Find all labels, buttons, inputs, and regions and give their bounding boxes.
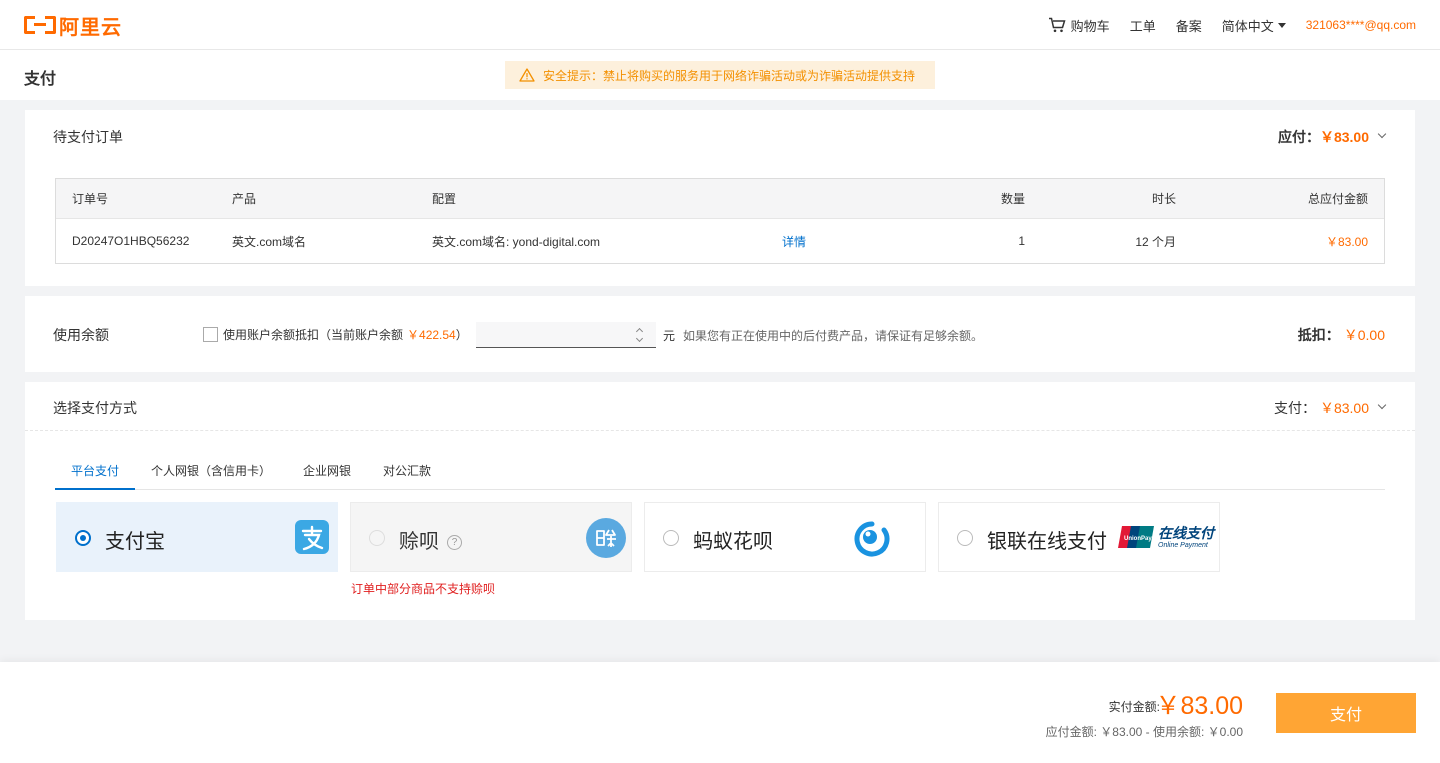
balance-hint: 如果您有正在使用中的后付费产品，请保证有足够余额。 — [683, 329, 984, 343]
shebei-error: 订单中部分商品不支持赊呗 — [351, 582, 496, 596]
divider — [25, 430, 1415, 431]
shebei-radio — [369, 530, 385, 546]
deduct-label: 抵扣： — [1297, 327, 1340, 343]
filing-link[interactable]: 备案 — [1176, 16, 1202, 35]
aliyun-logo-icon — [24, 16, 56, 34]
deduct-amount: ￥0.00 — [1343, 327, 1385, 343]
order-table: 订单号 产品 配置 数量 时长 总应付金额 D20247O1HBQ56232 英… — [55, 178, 1385, 264]
deduct-summary: 抵扣： ￥0.00 — [1298, 325, 1385, 345]
warning-icon — [519, 68, 535, 82]
balance-title: 使用余额 — [53, 327, 109, 343]
brand-name: 阿里云 — [59, 16, 122, 39]
product-config: 英文.com域名: yond-digital.com — [432, 234, 601, 249]
pay-label: 支付： — [1273, 400, 1316, 416]
use-balance-label: 使用账户余额抵扣（当前账户余额 — [223, 328, 404, 342]
spinner-down-icon[interactable] — [635, 334, 643, 343]
tab-platform-pay[interactable]: 平台支付 — [71, 462, 119, 479]
aliyun-logo[interactable]: 阿里云 — [24, 12, 122, 39]
tab-wire-transfer[interactable]: 对公汇款 — [383, 462, 431, 479]
current-balance: ￥422.54 — [407, 328, 456, 342]
col-total: 总应付金额 — [1307, 192, 1368, 206]
pay-amount: ￥83.00 — [1319, 400, 1369, 416]
alipay-label: 支付宝 — [105, 531, 165, 553]
shebei-label: 赊呗 — [399, 531, 439, 553]
payable-label: 应付： — [1277, 129, 1320, 145]
help-icon[interactable]: ? — [447, 535, 462, 551]
caret-down-icon — [1277, 22, 1286, 28]
col-quantity: 数量 — [1000, 192, 1025, 206]
close-paren: ） — [455, 328, 468, 342]
unionpay-subtext: Online Payment — [1158, 541, 1208, 549]
pay-option-unionpay[interactable]: 银联在线支付 UnionPay 在线支付 Online Payment — [938, 502, 1220, 572]
huabei-icon — [854, 521, 890, 557]
page-header: 支付 安全提示：禁止将购买的服务用于网络诈骗活动或为诈骗活动提供支持 — [0, 50, 1440, 100]
order-no: D20247O1HBQ56232 — [72, 234, 190, 248]
col-config: 配置 — [432, 192, 457, 206]
account-link[interactable]: 321063****@qq.com — [1306, 18, 1416, 32]
col-order-no: 订单号 — [72, 192, 109, 206]
payment-amount-toggle[interactable]: 支付： ￥83.00 — [1273, 398, 1387, 418]
pay-option-shebei: 赊呗? — [350, 502, 632, 572]
huabei-radio[interactable] — [663, 530, 679, 546]
nav-right: 购物车 工单 备案 简体中文 321063****@qq.com — [1028, 0, 1416, 50]
actual-amount-label: 实付金额: — [1108, 700, 1160, 714]
shebei-icon — [586, 518, 626, 558]
unionpay-logo-icon: UnionPay — [1118, 526, 1154, 548]
ticket-link[interactable]: 工单 — [1130, 16, 1156, 35]
tab-personal-bank[interactable]: 个人网银（含信用卡） — [151, 462, 271, 479]
ticket-label: 工单 — [1129, 18, 1156, 34]
unionpay-text: 在线支付 — [1158, 524, 1214, 541]
security-warning: 安全提示：禁止将购买的服务用于网络诈骗活动或为诈骗活动提供支持 — [505, 61, 935, 89]
language-label: 简体中文 — [1221, 18, 1274, 34]
col-product: 产品 — [232, 192, 257, 206]
unionpay-label: 银联在线支付 — [987, 531, 1107, 553]
actual-amount: ￥83.00 — [1155, 692, 1243, 720]
warning-text: 安全提示：禁止将购买的服务用于网络诈骗活动或为诈骗活动提供支持 — [543, 68, 916, 83]
tab-corporate-bank[interactable]: 企业网银 — [303, 462, 351, 479]
order-card-title: 待支付订单 — [53, 129, 123, 145]
quantity-value: 1 — [1018, 234, 1025, 248]
balance-amount-input[interactable] — [476, 322, 656, 348]
pay-button[interactable]: 支付 — [1276, 693, 1416, 733]
svg-text:UnionPay: UnionPay — [1124, 536, 1152, 542]
balance-card: 使用余额 使用账户余额抵扣（当前账户余额 ￥422.54 ） 元 如果您有正在使… — [25, 296, 1415, 372]
col-duration: 时长 — [1151, 192, 1176, 206]
top-nav: 阿里云 购物车 工单 备案 简体中文 321063****@qq.com — [0, 0, 1440, 50]
alipay-icon — [295, 520, 329, 554]
payment-tabs: 平台支付 个人网银（含信用卡） 企业网银 对公汇款 — [55, 452, 1385, 490]
details-link[interactable]: 详情 — [782, 219, 806, 263]
use-balance-option: 使用账户余额抵扣（当前账户余额 ￥422.54 ） — [203, 326, 468, 343]
order-payable-toggle[interactable]: 应付： ￥83.00 — [1277, 127, 1387, 147]
amount-breakdown: 应付金额: ￥83.00 - 使用余额: ￥0.00 — [1045, 725, 1243, 739]
table-row: D20247O1HBQ56232 英文.com域名 英文.com域名: yond… — [56, 219, 1384, 263]
payment-title: 选择支付方式 — [53, 400, 137, 416]
payment-footer: 实付金额: ￥83.00 应付金额: ￥83.00 - 使用余额: ￥0.00 … — [0, 662, 1440, 763]
product-name: 英文.com域名 — [232, 234, 307, 249]
filing-label: 备案 — [1175, 18, 1202, 34]
pay-option-alipay[interactable]: 支付宝 — [56, 502, 338, 572]
table-header: 订单号 产品 配置 数量 时长 总应付金额 — [56, 179, 1384, 219]
number-spinner[interactable] — [633, 326, 645, 344]
balance-unit: 元 — [663, 329, 676, 343]
duration-value: 12 个月 — [1135, 234, 1176, 249]
total-value: ￥83.00 — [1325, 234, 1368, 249]
cart-icon — [1048, 17, 1066, 33]
cart-label: 购物车 — [1070, 18, 1110, 34]
shebei-option: 赊呗? — [399, 525, 462, 554]
alipay-radio[interactable] — [75, 530, 91, 546]
chevron-down-icon — [1377, 129, 1387, 139]
unionpay-radio[interactable] — [957, 530, 973, 546]
active-tab-indicator — [55, 488, 135, 490]
pay-option-huabei[interactable]: 蚂蚁花呗 — [644, 502, 926, 572]
unionpay-icon: UnionPay 在线支付 Online Payment — [1118, 525, 1214, 549]
huabei-label: 蚂蚁花呗 — [693, 531, 773, 553]
cart-link[interactable]: 购物车 — [1048, 16, 1110, 35]
language-selector[interactable]: 简体中文 — [1222, 16, 1286, 35]
pending-order-card: 待支付订单 应付： ￥83.00 订单号 产品 配置 数量 时长 总应付金额 D… — [25, 110, 1415, 286]
payable-amount: ￥83.00 — [1319, 129, 1369, 145]
payment-method-card: 选择支付方式 支付： ￥83.00 平台支付 个人网银（含信用卡） 企业网银 对… — [25, 382, 1415, 620]
chevron-down-icon — [1377, 400, 1387, 410]
page-title: 支付 — [24, 71, 57, 88]
use-balance-checkbox[interactable] — [203, 327, 218, 342]
